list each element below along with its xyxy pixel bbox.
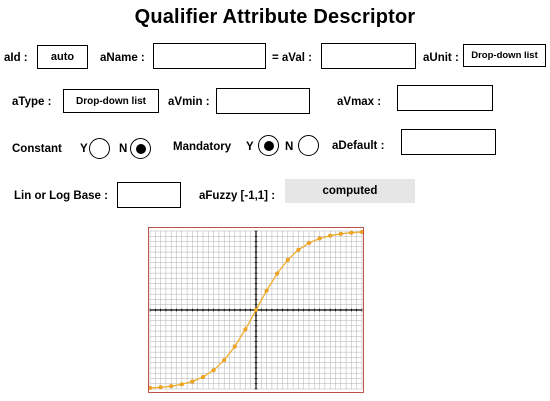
afuzzy-computed-field: computed [285,179,415,203]
data-point [317,236,322,241]
mandatory-n-label: N [285,141,294,153]
atype-label: aType : [12,96,52,108]
aval-label: = aVal : [272,52,312,64]
data-point [275,271,280,276]
aunit-label: aUnit : [423,52,459,64]
data-point [190,379,195,384]
data-point [222,358,227,363]
constant-y-label: Y [80,143,88,155]
data-point [285,257,290,262]
data-point [179,382,184,387]
data-point [232,344,237,349]
avmin-label: aVmin : [168,96,210,108]
page-title: Qualifier Attribute Descriptor [134,6,416,28]
avmin-input[interactable] [216,88,310,114]
avmax-label: aVmax : [337,96,382,108]
linlog-label: Lin or Log Base : [14,190,108,202]
constant-label: Constant [12,143,62,155]
data-point [147,385,153,391]
aid-field[interactable]: auto [37,45,88,69]
data-point [264,288,269,293]
data-point [338,231,343,236]
data-point [253,307,259,313]
linlog-base-input[interactable] [117,182,181,208]
data-point [211,368,216,373]
chart-svg [147,229,365,391]
aname-label: aName : [100,52,145,64]
constant-y-radio[interactable] [89,138,110,159]
aname-input[interactable] [153,43,266,69]
data-point [359,229,365,235]
mandatory-label: Mandatory [173,141,232,153]
data-point [328,233,333,238]
mandatory-n-radio[interactable] [298,135,319,156]
avmax-input[interactable] [397,85,493,111]
data-point [243,327,248,332]
atype-dropdown[interactable]: Drop-down list [63,89,159,113]
constant-n-label: N [119,143,128,155]
adefault-label: aDefault : [332,140,385,152]
aval-input[interactable] [321,43,416,69]
mandatory-y-label: Y [246,141,254,153]
data-point [296,247,301,252]
data-point [158,385,163,390]
data-point [169,384,174,389]
aid-label: aId : [4,52,28,64]
data-point [306,240,312,246]
aunit-dropdown[interactable]: Drop-down list [463,44,546,67]
data-point [200,374,206,380]
adefault-input[interactable] [401,129,496,155]
afuzzy-label: aFuzzy [-1,1] : [199,190,276,202]
data-point [349,230,354,235]
fuzzy-curve-chart [147,227,365,393]
mandatory-y-radio[interactable] [258,135,279,156]
constant-n-radio[interactable] [130,138,151,159]
